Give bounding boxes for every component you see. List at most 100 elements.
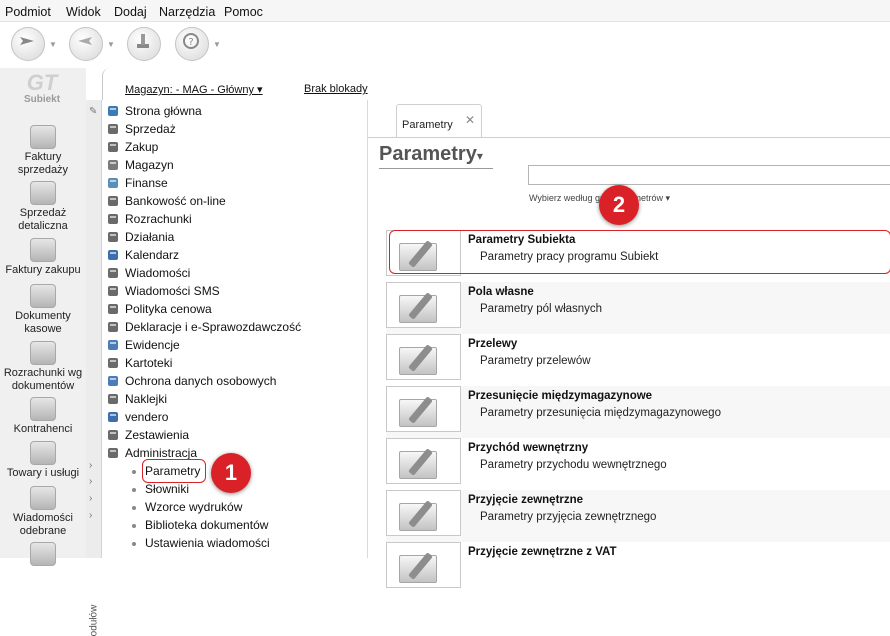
tree-node-label: Rozrachunki [125, 212, 192, 226]
parameter-description: Parametry przyjęcia zewnętrznego [480, 511, 657, 523]
bullet-icon [132, 488, 136, 492]
warehouse-icon [106, 158, 120, 172]
tree-node-label: Wiadomości SMS [125, 284, 220, 298]
logo-text: Subiekt [23, 94, 61, 105]
close-icon[interactable]: ✕ [465, 113, 475, 127]
nav-sprzedaz-detaliczna[interactable]: Sprzedaż detaliczna [0, 181, 86, 233]
annotation-badge-2: 2 [599, 185, 639, 225]
purchase-invoices-icon [30, 238, 56, 262]
parameter-title: Przesunięcie międzymagazynowe [468, 390, 653, 402]
chevron-right-icon[interactable]: › [89, 476, 92, 487]
parameter-description: Parametry przesunięcia międzymagazynoweg… [480, 407, 721, 419]
pin-icon[interactable]: ✎ [89, 106, 97, 117]
messages-icon [30, 486, 56, 510]
tree-node-label: Bankowość on-line [125, 194, 226, 208]
menu-bar: Podmiot Widok Dodaj Narzędzia Pomoc [0, 0, 890, 22]
nav-kontrahenci[interactable]: Kontrahenci [0, 397, 86, 436]
send-button[interactable]: ▼ [9, 25, 63, 63]
tree-node-label: Zestawienia [125, 428, 190, 442]
help-button[interactable]: ? ▼ [173, 25, 227, 63]
goods-icon [30, 441, 56, 465]
files-icon [106, 356, 120, 370]
parameter-title: Przelewy [468, 338, 518, 350]
menu-podmiot[interactable]: Podmiot [5, 5, 51, 19]
page-title[interactable]: Parametry▾ [379, 143, 483, 166]
tree-node-label: Ochrona danych osobowych [125, 374, 277, 388]
receive-button[interactable]: ▼ [67, 25, 121, 63]
parameter-row[interactable]: Pola własne Parametry pól własnych [386, 282, 890, 334]
admin-icon [106, 446, 120, 460]
nav-faktury-zakupu[interactable]: Faktury zakupu [0, 238, 86, 277]
sms-icon [106, 284, 120, 298]
nav-more[interactable] [0, 542, 86, 566]
tools-button[interactable] [125, 25, 179, 63]
parameter-row[interactable]: Przelewy Parametry przelewów [386, 334, 890, 386]
tree-node-label: Deklaracje i e-Sprawozdawczość [125, 320, 302, 334]
pricing-icon [106, 302, 120, 316]
settings-document-icon [386, 334, 461, 380]
nav-wiadomosci-odebrane[interactable]: Wiadomości odebrane [0, 486, 86, 538]
send-icon [20, 37, 34, 45]
page-title-text: Parametry [379, 143, 477, 165]
search-input[interactable] [528, 165, 890, 185]
sales-icon [106, 122, 120, 136]
menu-widok[interactable]: Widok [66, 5, 101, 19]
settlements-icon [106, 212, 120, 226]
logo-mark: GT [26, 70, 58, 95]
chevron-right-icon[interactable]: › [89, 493, 92, 504]
bank-icon [106, 194, 120, 208]
nav-label: Dokumenty kasowe [15, 310, 71, 335]
menu-narzedzia[interactable]: Narzędzia [159, 5, 215, 19]
cash-documents-icon [30, 284, 56, 308]
tree-node-label: Finanse [125, 176, 168, 190]
settings-document-icon [386, 438, 461, 484]
nav-faktury-sprzedazy[interactable]: Faktury sprzedaży [0, 125, 86, 177]
svg-text:?: ? [188, 37, 193, 48]
menu-pomoc[interactable]: Pomoc [224, 5, 263, 19]
nav-dokumenty-kasowe[interactable]: Dokumenty kasowe [0, 284, 86, 336]
parameter-title: Przyjęcie zewnętrzne z VAT [468, 546, 617, 558]
tree-node-label: Administracja [125, 446, 198, 460]
tab-label: Parametry [402, 119, 453, 131]
reports-icon [106, 428, 120, 442]
parameter-title: Pola własne [468, 286, 534, 298]
warehouse-selector[interactable]: Magazyn: - MAG - Główny ▾ [125, 83, 263, 96]
tree-node-label: Sprzedaż [125, 122, 176, 136]
parameter-row[interactable]: Przesunięcie międzymagazynowe Parametry p… [386, 386, 890, 438]
tree-node-label: Naklejki [125, 392, 168, 406]
toolbar: ▼ ▼ ? ▼ [0, 22, 890, 68]
parameter-row[interactable]: Przychód wewnętrzny Parametry przychodu w… [386, 438, 890, 490]
settings-document-icon [386, 490, 461, 536]
tree-node-label: Zakup [125, 140, 159, 154]
parameter-description: Parametry pól własnych [480, 303, 603, 315]
parameter-row[interactable]: Przyjęcie zewnętrzne Parametry przyjęcia … [386, 490, 890, 542]
tab-parametry[interactable]: Parametry ✕ [396, 104, 482, 138]
nav-label: Faktury zakupu [5, 264, 81, 276]
tree-child-label: Słowniki [145, 482, 190, 496]
home-icon [106, 104, 120, 118]
modules-collapse-strip[interactable]: ✎ › › › › odułów [86, 100, 102, 636]
sales-invoices-icon [30, 125, 56, 149]
chevron-right-icon[interactable]: › [89, 510, 92, 521]
retail-icon [30, 181, 56, 205]
tree-child-label: Biblioteka dokumentów [145, 518, 269, 532]
tree-node-label: vendero [125, 410, 169, 424]
nav-label: Faktury sprzedaży [17, 151, 69, 176]
nav-rozrachunki[interactable]: Rozrachunki wg dokumentów [0, 341, 86, 393]
tree-node-label: Kalendarz [125, 248, 180, 262]
records-icon [106, 338, 120, 352]
context-bar: Magazyn: - MAG - Główny ▾ Brak blokady [102, 68, 890, 100]
vendero-icon [106, 410, 120, 424]
receive-icon [78, 37, 92, 45]
tree-node-label: Strona główna [125, 104, 202, 118]
lock-status-link[interactable]: Brak blokady [304, 83, 368, 95]
nav-towary-i-uslugi[interactable]: Towary i usługi [0, 441, 86, 480]
chevron-right-icon[interactable]: › [89, 460, 92, 471]
settings-document-icon [386, 282, 461, 328]
parameter-title: Przyjęcie zewnętrzne [468, 494, 584, 506]
actions-icon [106, 230, 120, 244]
annotation-badge-1: 1 [211, 453, 251, 493]
menu-dodaj[interactable]: Dodaj [114, 5, 147, 19]
parameter-row[interactable]: Przyjęcie zewnętrzne z VAT [386, 542, 890, 594]
app-logo: GT Subiekt [18, 72, 66, 112]
